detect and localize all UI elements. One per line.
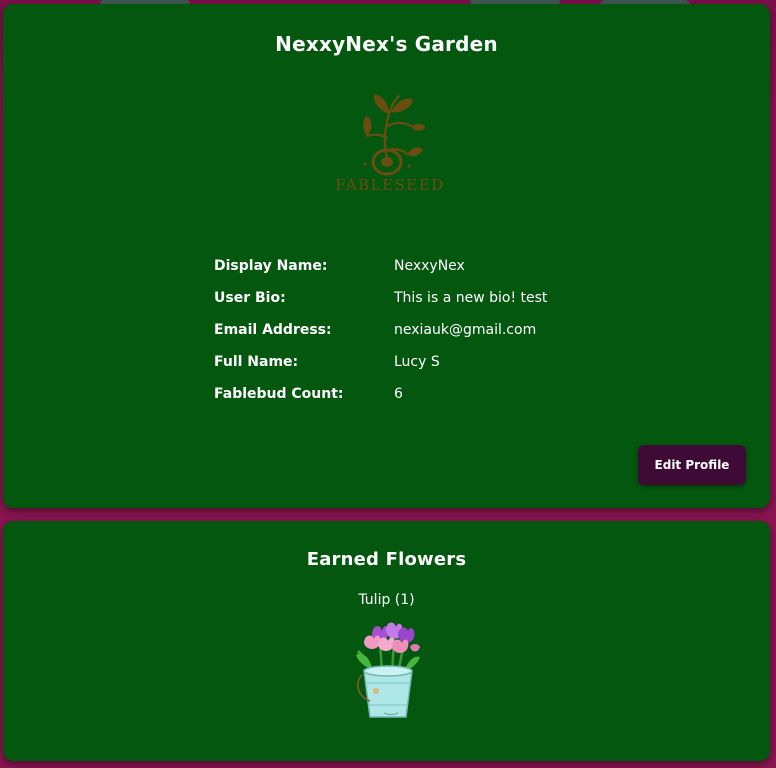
info-label: Fablebud Count: [214, 386, 344, 402]
info-row-display-name: Display Name: NexxyNex [214, 250, 547, 282]
logo-wordmark: FABLESEED [335, 176, 445, 194]
info-row-full-name: Full Name: Lucy S [214, 346, 547, 378]
sprout-seed-icon [363, 94, 425, 176]
earned-flowers-title: Earned Flowers [306, 549, 467, 570]
flower-name: Tulip (1) [358, 592, 415, 608]
info-value: NexxyNex [394, 258, 465, 274]
info-row-user-bio: User Bio: This is a new bio! test [214, 282, 547, 314]
edit-profile-button[interactable]: Edit Profile [638, 445, 746, 485]
fableseed-logo: FABLESEED [325, 92, 455, 198]
profile-card: NexxyNex's Garden FABLESEED Display Name… [3, 4, 770, 508]
info-label: Display Name: [214, 258, 328, 274]
info-value: nexiauk@gmail.com [394, 322, 537, 338]
info-value: Lucy S [394, 354, 440, 370]
info-row-fablebud-count: Fablebud Count: 6 [214, 378, 547, 410]
info-label: Email Address: [214, 322, 332, 338]
info-value: This is a new bio! test [394, 290, 548, 306]
info-value: 6 [394, 386, 403, 402]
info-label: Full Name: [214, 354, 299, 370]
info-row-email: Email Address: nexiauk@gmail.com [214, 314, 547, 346]
info-label: User Bio: [214, 290, 286, 306]
tulip-bucket-icon [356, 622, 420, 718]
profile-info-table: Display Name: NexxyNex User Bio: This is… [214, 250, 547, 410]
earned-flowers-card: Earned Flowers Tulip (1) [3, 521, 770, 761]
garden-title: NexxyNex's Garden [275, 32, 498, 56]
